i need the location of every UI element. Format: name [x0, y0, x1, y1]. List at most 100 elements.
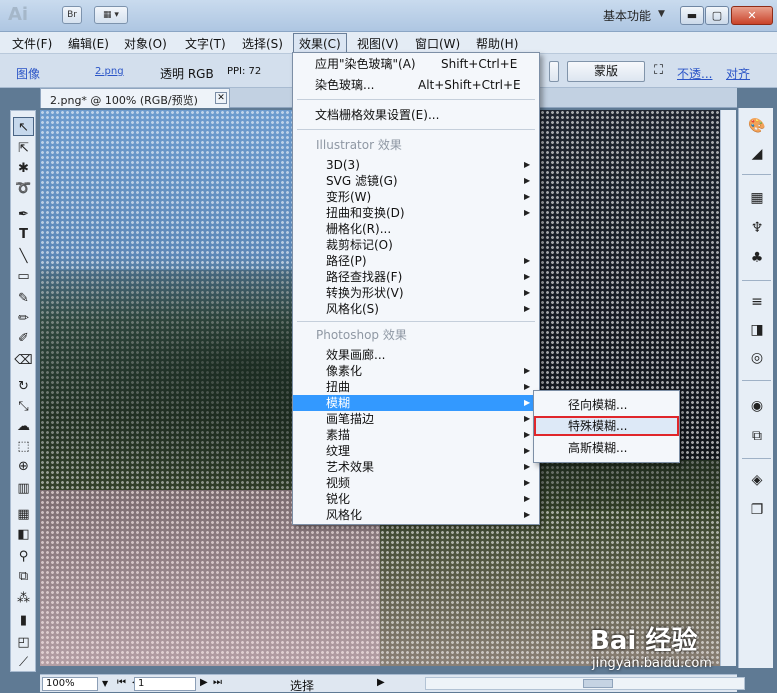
restore-button[interactable]: ▢ [705, 6, 729, 25]
direct-selection-tool-icon[interactable]: ⇱ [13, 139, 34, 158]
page-field[interactable]: 1 [134, 677, 196, 691]
eraser-tool-icon[interactable]: ⌫ [13, 351, 34, 370]
status-menu-icon[interactable]: ▶ [377, 677, 385, 688]
appearance-icon[interactable]: ◉ [747, 396, 767, 416]
next-page-icon[interactable]: ▶ [200, 677, 208, 688]
blob-brush-tool-icon[interactable]: ✐ [13, 329, 34, 348]
effect-distort-transform-item[interactable]: 扭曲和变换(D) ▶ [293, 205, 539, 221]
selection-tool-icon[interactable]: ↖ [13, 117, 34, 136]
blend-tool-icon[interactable]: ⧉ [13, 567, 34, 586]
paintbrush-tool-icon[interactable]: ✎ [13, 289, 34, 308]
symbols-icon[interactable]: ♣ [747, 248, 767, 268]
slice-tool-icon[interactable]: ⟋ [13, 653, 34, 672]
effect-rasterize-item[interactable]: 栅格化(R)... [293, 221, 539, 237]
align-link[interactable]: 对齐 [726, 65, 750, 82]
effect-warp-item[interactable]: 变形(W) ▶ [293, 189, 539, 205]
workspace-switcher[interactable]: 基本功能 [603, 7, 651, 24]
swatches-icon[interactable]: ▦ [747, 188, 767, 208]
bridge-button[interactable]: Br [62, 6, 82, 24]
image-label[interactable]: 图像 [16, 65, 40, 82]
column-graph-tool-icon[interactable]: ▮ [13, 611, 34, 630]
arrange-documents-button[interactable]: ▦ ▾ [94, 6, 128, 24]
zoom-field[interactable]: 100% [42, 677, 98, 691]
menu-window[interactable]: 窗口(W) [415, 35, 460, 52]
menu-type[interactable]: 文字(T) [185, 35, 226, 52]
layers-icon[interactable]: ◈ [747, 470, 767, 490]
line-tool-icon[interactable]: ╲ [13, 247, 34, 266]
effect-artistic-item[interactable]: 艺术效果 ▶ [293, 459, 539, 475]
mask-button[interactable]: 蒙版 [567, 61, 645, 82]
transform-icon[interactable]: ⛶ [654, 63, 663, 78]
close-button[interactable]: ✕ [731, 6, 773, 25]
brushes-icon[interactable]: ♆ [747, 218, 767, 238]
menu-edit[interactable]: 编辑(E) [68, 35, 109, 52]
effect-distort-item[interactable]: 扭曲 ▶ [293, 379, 539, 395]
vertical-scrollbar[interactable] [720, 110, 736, 666]
effect-convert-shape-item[interactable]: 转换为形状(V) ▶ [293, 285, 539, 301]
close-icon[interactable]: ✕ [215, 92, 227, 104]
eyedropper-tool-icon[interactable]: ⚲ [13, 547, 34, 566]
scale-tool-icon[interactable]: ⤡ [13, 397, 34, 416]
type-tool-icon[interactable]: T [13, 225, 34, 244]
watermark-logo: Bai 经验 [590, 626, 698, 656]
chevron-down-icon[interactable]: ▼ [658, 9, 665, 19]
symbol-sprayer-tool-icon[interactable]: ⁂ [13, 589, 34, 608]
last-page-icon[interactable]: ⏭ [213, 677, 222, 688]
scroll-thumb[interactable] [583, 679, 613, 688]
menu-effect[interactable]: 效果(C) [293, 33, 347, 54]
effect-path-item[interactable]: 路径(P) ▶ [293, 253, 539, 269]
lasso-tool-icon[interactable]: ➰ [13, 179, 34, 198]
rectangle-tool-icon[interactable]: ▭ [13, 267, 34, 286]
stroke-icon[interactable]: ≡ [747, 292, 767, 312]
shape-builder-tool-icon[interactable]: ⊕ [13, 457, 34, 476]
effect-sharpen-item[interactable]: 锐化 ▶ [293, 491, 539, 507]
mesh-tool-icon[interactable]: ▦ [13, 505, 34, 524]
effect-pixelate-item[interactable]: 像素化 ▶ [293, 363, 539, 379]
graph-tool-icon[interactable]: ▥ [13, 479, 34, 498]
effect-brush-strokes-item[interactable]: 画笔描边 ▶ [293, 411, 539, 427]
radial-blur-item[interactable]: 径向模糊... [534, 395, 679, 415]
color-guide-icon[interactable]: ◢ [747, 144, 767, 164]
effect-video-item[interactable]: 视频 ▶ [293, 475, 539, 491]
effect-stylize-ai-item[interactable]: 风格化(S) ▶ [293, 301, 539, 317]
opacity-link[interactable]: 不透... [677, 65, 712, 82]
dropdown-stub[interactable] [549, 61, 559, 82]
smart-blur-item[interactable]: 特殊模糊... [534, 416, 679, 436]
menu-help[interactable]: 帮助(H) [476, 35, 518, 52]
gradient-icon[interactable]: ◨ [747, 320, 767, 340]
effect-blur-item[interactable]: 模糊 ▶ [293, 395, 539, 411]
effect-svg-filters-item[interactable]: SVG 滤镜(G) ▶ [293, 173, 539, 189]
transparency-icon[interactable]: ◎ [747, 348, 767, 368]
effect-texture-item[interactable]: 纹理 ▶ [293, 443, 539, 459]
document-tab[interactable]: 2.png* @ 100% (RGB/预览) ✕ [40, 88, 230, 108]
menu-file[interactable]: 文件(F) [12, 35, 52, 52]
effect-3d-item[interactable]: 3D(3) ▶ [293, 157, 539, 173]
effect-stylize-ps-item[interactable]: 风格化 ▶ [293, 507, 539, 523]
filename-link[interactable]: 2.png [95, 66, 124, 77]
free-transform-tool-icon[interactable]: ⬚ [13, 437, 34, 456]
chevron-down-icon[interactable]: ▼ [102, 679, 108, 688]
effect-gallery-item[interactable]: 效果画廊... [293, 347, 539, 363]
last-effect-item[interactable]: 染色玻璃... Alt+Shift+Ctrl+E [293, 77, 539, 93]
document-raster-settings-item[interactable]: 文档栅格效果设置(E)... [293, 107, 539, 123]
pencil-tool-icon[interactable]: ✏ [13, 309, 34, 328]
menu-object[interactable]: 对象(O) [124, 35, 167, 52]
effect-crop-marks-item[interactable]: 裁剪标记(O) [293, 237, 539, 253]
effect-pathfinder-item[interactable]: 路径查找器(F) ▶ [293, 269, 539, 285]
rotate-tool-icon[interactable]: ↻ [13, 377, 34, 396]
warp-tool-icon[interactable]: ☁ [13, 417, 34, 436]
artboards-icon[interactable]: ❐ [747, 500, 767, 520]
menu-view[interactable]: 视图(V) [357, 35, 399, 52]
apply-last-effect-item[interactable]: 应用"染色玻璃"(A) Shift+Ctrl+E [293, 56, 539, 72]
minimize-button[interactable]: ▬ [680, 6, 704, 25]
artboard-tool-icon[interactable]: ◰ [13, 633, 34, 652]
magic-wand-tool-icon[interactable]: ✱ [13, 159, 34, 178]
color-palette-icon[interactable]: 🎨 [747, 116, 767, 136]
gradient-tool-icon[interactable]: ◧ [13, 525, 34, 544]
first-page-icon[interactable]: ⏮ [117, 677, 126, 688]
pen-tool-icon[interactable]: ✒ [13, 205, 34, 224]
gaussian-blur-item[interactable]: 高斯模糊... [534, 438, 679, 458]
effect-sketch-item[interactable]: 素描 ▶ [293, 427, 539, 443]
graphic-styles-icon[interactable]: ⧉ [747, 426, 767, 446]
menu-select[interactable]: 选择(S) [242, 35, 283, 52]
